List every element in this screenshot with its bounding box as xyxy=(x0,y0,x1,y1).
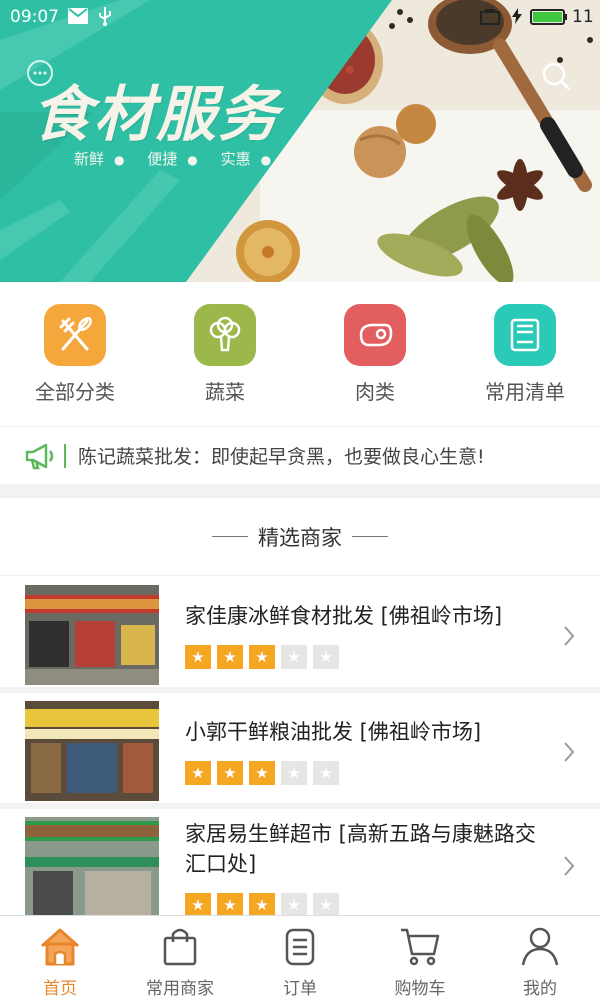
signal-icon xyxy=(480,9,500,25)
shop-list-item[interactable]: 小郭干鲜粮油批发 [佛祖岭市场] ★ ★ ★ ★ ★ xyxy=(0,695,600,809)
star-empty-icon: ★ xyxy=(313,645,339,669)
divider xyxy=(64,443,66,468)
category-meat[interactable]: 肉类 xyxy=(300,282,450,424)
tab-label: 我的 xyxy=(523,979,557,999)
star-filled-icon: ★ xyxy=(249,645,275,669)
star-rating: ★ ★ ★ ★ ★ xyxy=(185,645,345,669)
star-empty-icon: ★ xyxy=(313,893,339,917)
search-icon[interactable] xyxy=(540,60,572,92)
star-filled-icon: ★ xyxy=(217,761,243,785)
cart-icon xyxy=(401,928,440,966)
banner-subtitle-item: 实惠 xyxy=(220,150,251,168)
banner-subtitle-item: 便捷 xyxy=(147,150,178,168)
order-icon xyxy=(285,928,315,966)
chevron-right-icon xyxy=(564,626,575,646)
shop-name: 小郭干鲜粮油批发 [佛祖岭市场] xyxy=(185,720,482,744)
category-row: 全部分类 蔬菜 肉类 常用清单 xyxy=(0,282,600,424)
list-icon xyxy=(494,304,556,366)
star-empty-icon: ★ xyxy=(281,645,307,669)
usb-icon xyxy=(99,7,111,26)
category-label: 全部分类 xyxy=(35,380,115,404)
home-icon xyxy=(41,928,79,966)
star-filled-icon: ★ xyxy=(185,761,211,785)
shop-list-item[interactable]: 家居易生鲜超市 [高新五路与康魅路交汇口处] ★ ★ ★ ★ ★ xyxy=(0,811,600,921)
tab-label: 常用商家 xyxy=(146,979,214,999)
star-empty-icon: ★ xyxy=(281,893,307,917)
shop-photo xyxy=(25,585,159,685)
banner-subtitle-item: 新鲜 xyxy=(74,150,105,168)
banner-title: 食材服务 xyxy=(32,80,280,150)
tab-favorite-shops[interactable]: 常用商家 xyxy=(120,916,240,1000)
category-lists[interactable]: 常用清单 xyxy=(450,282,600,424)
user-icon xyxy=(521,927,559,966)
shop-photo xyxy=(25,817,159,917)
announcement-text: 陈记蔬菜批发：即使起早贪黑，也要做良心生意! xyxy=(78,446,485,468)
battery-icon xyxy=(530,9,567,25)
shopping-bag-icon xyxy=(163,928,197,966)
category-label: 常用清单 xyxy=(485,380,565,404)
section-title: 精选商家 xyxy=(258,525,342,550)
tab-label: 首页 xyxy=(43,979,77,999)
star-rating: ★ ★ ★ ★ ★ xyxy=(185,761,345,785)
category-label: 蔬菜 xyxy=(205,380,245,404)
section-header: 精选商家 xyxy=(0,498,600,576)
category-all[interactable]: 全部分类 xyxy=(0,282,150,424)
divider xyxy=(212,536,248,537)
star-filled-icon: ★ xyxy=(185,645,211,669)
star-filled-icon: ★ xyxy=(249,761,275,785)
tab-label: 订单 xyxy=(283,979,317,999)
star-empty-icon: ★ xyxy=(313,761,339,785)
banner[interactable]: 食材服务 新鲜 ● 便捷 ● 实惠 ● xyxy=(0,0,600,282)
tab-cart[interactable]: 购物车 xyxy=(360,916,480,1000)
shop-name: 家佳康冰鲜食材批发 [佛祖岭市场] xyxy=(185,604,503,628)
star-filled-icon: ★ xyxy=(249,893,275,917)
banner-subtitle: 新鲜 ● 便捷 ● 实惠 ● xyxy=(74,150,272,168)
star-filled-icon: ★ xyxy=(217,893,243,917)
chat-icon[interactable] xyxy=(24,58,56,90)
shop-name: 家居易生鲜超市 [高新五路与康魅路交汇口处] xyxy=(185,822,536,876)
bottom-tab-bar: 首页 常用商家 订单 购物车 我的 xyxy=(0,915,600,1000)
star-filled-icon: ★ xyxy=(217,645,243,669)
divider xyxy=(352,536,388,537)
status-time: 09:07 xyxy=(10,7,59,27)
charging-icon xyxy=(512,8,522,24)
status-bar: 09:07 11 xyxy=(0,0,600,34)
battery-level: 11 xyxy=(572,7,594,27)
utensils-icon xyxy=(44,304,106,366)
star-empty-icon: ★ xyxy=(281,761,307,785)
announcement-bar[interactable]: 陈记蔬菜批发：即使起早贪黑，也要做良心生意! xyxy=(0,426,600,484)
chevron-right-icon xyxy=(564,742,575,762)
app-screen: 食材服务 新鲜 ● 便捷 ● 实惠 ● 09:07 11 全部分类 蔬菜 肉类 … xyxy=(0,0,600,1000)
broccoli-icon xyxy=(194,304,256,366)
category-label: 肉类 xyxy=(355,380,395,404)
tab-home[interactable]: 首页 xyxy=(0,916,120,1000)
shop-list-item[interactable]: 家佳康冰鲜食材批发 [佛祖岭市场] ★ ★ ★ ★ ★ xyxy=(0,579,600,693)
tab-profile[interactable]: 我的 xyxy=(480,916,600,1000)
shop-photo xyxy=(25,701,159,801)
mail-icon xyxy=(68,8,88,24)
star-rating: ★ ★ ★ ★ ★ xyxy=(185,893,345,917)
meat-icon xyxy=(344,304,406,366)
chevron-right-icon xyxy=(564,856,575,876)
megaphone-icon xyxy=(25,443,54,469)
tab-orders[interactable]: 订单 xyxy=(240,916,360,1000)
star-filled-icon: ★ xyxy=(185,893,211,917)
category-vegetables[interactable]: 蔬菜 xyxy=(150,282,300,424)
tab-label: 购物车 xyxy=(394,979,446,999)
divider xyxy=(0,484,600,498)
